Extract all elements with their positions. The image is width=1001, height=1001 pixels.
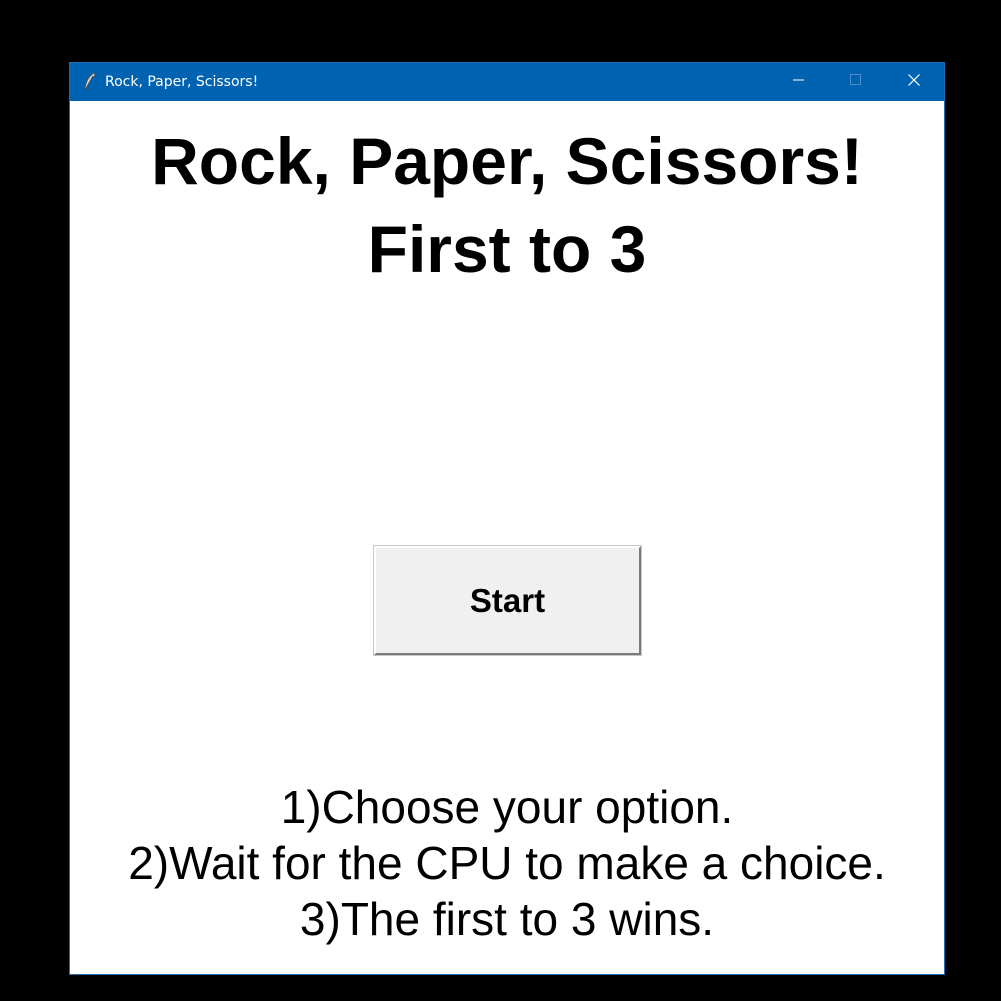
close-icon — [908, 73, 920, 91]
instruction-line-3: 3)The first to 3 wins. — [299, 893, 715, 945]
maximize-button[interactable] — [827, 63, 885, 101]
game-subtitle: First to 3 — [367, 212, 647, 286]
instruction-line-2: 2)Wait for the CPU to make a choice. — [128, 837, 886, 889]
start-button[interactable]: Start — [374, 546, 641, 655]
minimize-icon — [793, 73, 805, 91]
game-panel: Rock, Paper, Scissors! First to 3 Start … — [70, 101, 944, 974]
game-title: Rock, Paper, Scissors! — [151, 124, 863, 198]
close-button[interactable] — [885, 63, 943, 101]
window-title: Rock, Paper, Scissors! — [105, 74, 259, 90]
minimize-button[interactable] — [770, 63, 828, 101]
app-window: Rock, Paper, Scissors! Rock, Paper, Scis… — [69, 62, 945, 975]
title-bar[interactable]: Rock, Paper, Scissors! — [70, 63, 944, 101]
maximize-icon — [850, 73, 862, 91]
feather-icon — [82, 72, 98, 92]
instruction-line-1: 1)Choose your option. — [280, 781, 734, 833]
